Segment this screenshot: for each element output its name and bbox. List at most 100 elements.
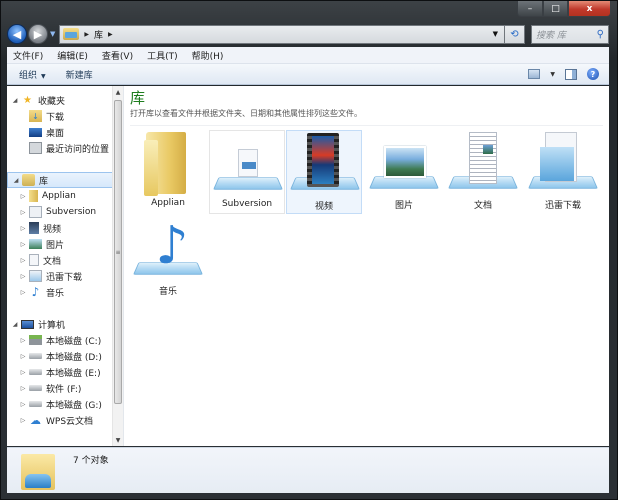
collapsed-arrow-icon[interactable]: ▷: [19, 369, 27, 376]
tree-item-xunlei-downloads[interactable]: ▷ 迅雷下载: [7, 268, 123, 284]
tree-computer[interactable]: ◢ 计算机: [7, 316, 123, 332]
forward-arrow-icon: ▶: [33, 27, 43, 41]
expanded-arrow-icon[interactable]: ◢: [12, 177, 20, 184]
refresh-icon: ⟲: [510, 28, 519, 40]
tree-favorites[interactable]: ◢ ★ 收藏夹: [7, 92, 123, 108]
tree-label: 本地磁盘 (E:): [46, 368, 101, 379]
collapsed-arrow-icon[interactable]: ▷: [19, 337, 27, 344]
tree-item-wps-cloud[interactable]: ▷ ☁ WPS云文档: [7, 412, 123, 428]
tree-item-drive-g[interactable]: ▷ 本地磁盘 (G:): [7, 396, 123, 412]
library-item-documents[interactable]: 文档: [445, 130, 521, 214]
item-label: 音乐: [158, 287, 177, 297]
tree-item-applian[interactable]: ▷ Applian: [7, 188, 123, 204]
tree-item-drive-e[interactable]: ▷ 本地磁盘 (E:): [7, 364, 123, 380]
help-icon[interactable]: ?: [587, 68, 599, 80]
tree-label: 视频: [43, 224, 62, 235]
close-button[interactable]: x: [568, 1, 611, 17]
tree-item-drive-c[interactable]: ▷ 本地磁盘 (C:): [7, 332, 123, 348]
collapsed-arrow-icon[interactable]: ▷: [19, 257, 27, 264]
library-pedestal: [213, 177, 283, 190]
tree-label: 收藏夹: [38, 96, 66, 107]
navigation-scrollbar[interactable]: ▲ ≡ ▼: [112, 86, 123, 446]
recent-places-icon: [29, 142, 42, 154]
collapsed-arrow-icon[interactable]: ▷: [19, 353, 27, 360]
scrollbar-thumb[interactable]: ≡: [114, 100, 122, 404]
explorer-content: ◢ ★ 收藏夹 ↓ 下载 桌面 最近访问的位置 ◢ 库 ▷ Applian ▷ Subver…: [7, 86, 609, 446]
preview-pane-icon[interactable]: [565, 68, 577, 80]
minimize-button[interactable]: –: [517, 1, 543, 17]
tree-item-music[interactable]: ▷ ♪ 音乐: [7, 284, 123, 300]
library-item-pictures[interactable]: 图片: [366, 130, 442, 214]
collapsed-arrow-icon[interactable]: ▷: [19, 289, 27, 296]
refresh-button[interactable]: ⟲: [505, 24, 525, 44]
tree-item-desktop[interactable]: 桌面: [7, 124, 123, 140]
scroll-up-arrow-icon[interactable]: ▲: [113, 86, 123, 98]
collapsed-arrow-icon[interactable]: ▷: [19, 273, 27, 280]
collapsed-arrow-icon[interactable]: ▷: [19, 209, 27, 216]
tree-libraries[interactable]: ◢ 库: [7, 172, 121, 188]
organize-button[interactable]: 组织 ▼: [19, 68, 46, 81]
expanded-arrow-icon[interactable]: ◢: [11, 321, 19, 328]
navigation-pane: ◢ ★ 收藏夹 ↓ 下载 桌面 最近访问的位置 ◢ 库 ▷ Applian ▷ Subver…: [7, 86, 124, 446]
collapsed-arrow-icon[interactable]: ▷: [19, 241, 27, 248]
library-item-music[interactable]: ♪ 音乐: [130, 216, 206, 300]
tree-item-recent-places[interactable]: 最近访问的位置: [7, 140, 123, 156]
back-button[interactable]: ◀: [7, 24, 27, 44]
tree-item-videos[interactable]: ▷ 视频: [7, 220, 123, 236]
expanded-arrow-icon[interactable]: ◢: [11, 97, 19, 104]
tree-item-drive-f[interactable]: ▷ 软件 (F:): [7, 380, 123, 396]
breadcrumb-separator-icon[interactable]: ▶: [84, 31, 89, 38]
forward-button[interactable]: ▶: [28, 24, 48, 44]
tree-label: 文档: [43, 256, 62, 267]
search-input[interactable]: 搜索 库 ⚲: [531, 24, 609, 44]
magnifier-icon[interactable]: ⚲: [597, 29, 604, 40]
tree-item-downloads[interactable]: ↓ 下载: [7, 108, 123, 124]
collapsed-arrow-icon[interactable]: ▷: [19, 193, 27, 200]
menu-tools[interactable]: 工具(T): [147, 49, 178, 62]
new-library-button[interactable]: 新建库: [66, 68, 93, 81]
video-icon: [29, 222, 39, 234]
tree-label: 库: [39, 176, 49, 187]
tree-label: 本地磁盘 (D:): [46, 352, 102, 363]
navigation-bar: ◀ ▶ ▼ ▶ 库 ▶ ▼ ⟲ 搜索 库 ⚲: [7, 23, 609, 45]
tree-label: 音乐: [46, 288, 65, 299]
folder-icon: [144, 132, 186, 196]
address-bar[interactable]: ▶ 库 ▶ ▼: [59, 24, 505, 44]
pictures-library-icon: [384, 146, 426, 178]
collapsed-arrow-icon[interactable]: ▷: [19, 385, 27, 392]
header-divider: [130, 125, 603, 126]
video-library-icon: [307, 133, 339, 187]
desktop-icon: [29, 127, 42, 137]
cloud-icon: ☁: [30, 413, 41, 427]
library-item-applian[interactable]: Applian: [130, 130, 206, 214]
library-item-subversion[interactable]: Subversion: [209, 130, 285, 214]
collapsed-arrow-icon[interactable]: ▷: [19, 417, 27, 424]
recent-pages-dropdown[interactable]: ▼: [50, 30, 55, 38]
item-label: Applian: [151, 198, 185, 208]
tree-item-pictures[interactable]: ▷ 图片: [7, 236, 123, 252]
tree-item-drive-d[interactable]: ▷ 本地磁盘 (D:): [7, 348, 123, 364]
libraries-large-icon: [21, 454, 55, 490]
library-view: 库 打开库以查看文件并根据文件夹、日期和其他属性排列这些文件。 Applian …: [124, 86, 609, 446]
tree-item-documents[interactable]: ▷ 文档: [7, 252, 123, 268]
address-history-dropdown[interactable]: ▼: [493, 30, 498, 38]
view-options-dropdown[interactable]: ▼: [550, 71, 555, 78]
collapsed-arrow-icon[interactable]: ▷: [19, 225, 27, 232]
menu-edit[interactable]: 编辑(E): [57, 49, 88, 62]
menu-view[interactable]: 查看(V): [102, 49, 133, 62]
maximize-button[interactable]: □: [543, 1, 568, 17]
breadcrumb-separator-icon[interactable]: ▶: [108, 31, 113, 38]
library-pedestal: [369, 176, 439, 189]
collapsed-arrow-icon[interactable]: ▷: [19, 401, 27, 408]
change-view-icon[interactable]: [528, 69, 541, 79]
tree-label: 本地磁盘 (G:): [46, 400, 102, 411]
libraries-icon: [22, 174, 35, 186]
scroll-down-arrow-icon[interactable]: ▼: [113, 434, 123, 446]
library-item-videos[interactable]: 视频: [286, 130, 362, 214]
menu-help[interactable]: 帮助(H): [192, 49, 224, 62]
library-item-xunlei-downloads[interactable]: 迅雷下载: [525, 130, 601, 214]
breadcrumb-libraries[interactable]: 库: [94, 28, 103, 41]
menu-file[interactable]: 文件(F): [13, 49, 43, 62]
tree-item-subversion[interactable]: ▷ Subversion: [7, 204, 123, 220]
hard-drive-icon: [29, 401, 42, 407]
